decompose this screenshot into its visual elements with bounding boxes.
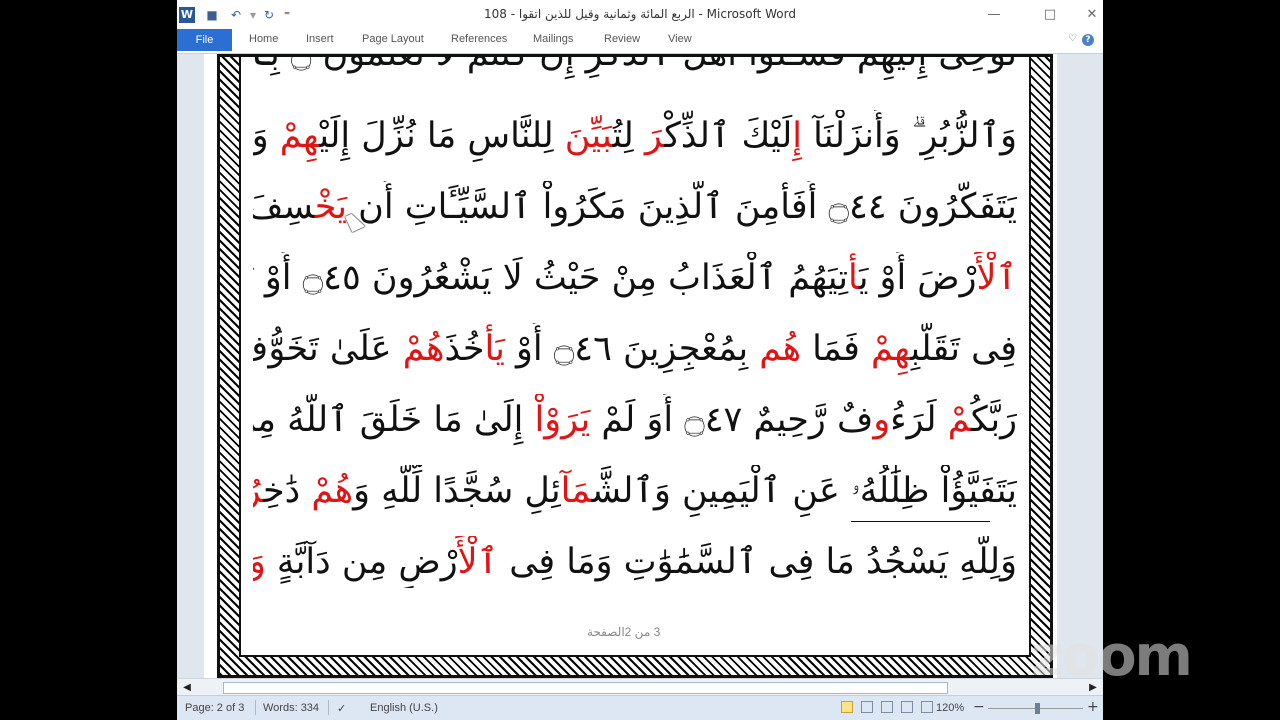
tab-references[interactable]: References: [451, 33, 507, 45]
tab-home[interactable]: Home: [249, 33, 278, 45]
window-title: الربع المائة وثمانية وقيل للذين اتقوا - …: [484, 7, 796, 21]
tab-file[interactable]: File: [177, 29, 232, 51]
status-bar: Page: 2 of 3 Words: 334 ✓ English (U.S.)…: [177, 695, 1103, 720]
verse-text-segment[interactable]: ئِلِ سُجَّدًا لِّلَّهِ وَ: [353, 471, 561, 511]
verse-text-segment[interactable]: و: [873, 400, 890, 440]
help-icon[interactable]: ?: [1082, 34, 1094, 46]
verse-text-segment[interactable]: رْضِ مِن دَآبَّةٍ: [266, 542, 458, 582]
verse-text-segment[interactable]: لِلنَّاسِ مَا نُزِّلَ إِلَيْ: [319, 116, 565, 156]
verse-text-segment[interactable]: وَٱلْمَلَٰٓئِ: [253, 542, 266, 582]
document-page[interactable]: نُوحِىٓ إِلَيْهِمْ فَسْـَٔلُوٓاْ أَهْلَ …: [204, 54, 1057, 678]
verse-text-segment[interactable]: يَتَفَكَّرُونَ ۝٤٤ أَفَأَمِنَ ٱلَّذِينَ …: [347, 187, 1017, 227]
verse-text-segment[interactable]: لَيْكَ ٱلذِّكْ: [664, 116, 792, 156]
close-button[interactable]: ✕: [1083, 6, 1101, 24]
text-box[interactable]: نُوحِىٓ إِلَيْهِمْ فَسْـَٔلُوٓاْ أَهْلَ …: [239, 57, 1031, 657]
full-screen-reading-icon[interactable]: [861, 701, 873, 713]
verse-text-segment[interactable]: ٱلْأَ: [458, 542, 498, 582]
print-layout-icon[interactable]: [841, 701, 853, 713]
ribbon-collapse-icon[interactable]: ♡: [1068, 33, 1077, 44]
verse-line[interactable]: فِى تَقَلُّبِهِمْ فَمَا هُم بِمُعْجِزِين…: [253, 323, 1017, 375]
verse-line[interactable]: ٱلْأَرْضَ أَوْ يَأْتِيَهُمُ ٱلْعَذَابُ م…: [253, 252, 1017, 304]
page-footer-text: 3 من 2الصفحة: [587, 625, 661, 639]
verse-text-segment[interactable]: لَرَءُ: [890, 400, 948, 440]
word-window: W ■ ↶ ▾ ↻ ⁼ الربع المائة وثمانية وقيل لل…: [177, 0, 1103, 720]
verse-text-segment[interactable]: يَخْ: [315, 187, 347, 227]
maximize-button[interactable]: □: [1041, 6, 1059, 24]
horizontal-scrollbar[interactable]: ◀ ▶: [177, 678, 1103, 696]
verse-text-segment[interactable]: سِفَ ٱللَّهُ: [253, 187, 315, 227]
verse-text-segment[interactable]: لِتُ: [613, 116, 645, 156]
page-count-status[interactable]: Page: 2 of 3: [185, 702, 244, 714]
tab-view[interactable]: View: [668, 33, 692, 45]
verse-text-segment[interactable]: بَيِّنَ: [565, 116, 613, 156]
verse-text-segment[interactable]: رْضَ أَوْ يَ: [859, 258, 977, 298]
verse-line[interactable]: يَتَفَكَّرُونَ ۝٤٤ أَفَأَمِنَ ٱلَّذِينَ …: [253, 181, 1017, 233]
verse-text-segment[interactable]: هِمْ: [871, 329, 910, 369]
verse-text-segment[interactable]: فٌ رَّحِيمٌ ۝٤٧ أَوَ لَمْ: [590, 400, 873, 440]
zoom-out-icon[interactable]: −: [973, 700, 985, 714]
language-status[interactable]: English (U.S.): [370, 702, 438, 714]
scroll-thumb[interactable]: [223, 682, 948, 694]
proofing-icon[interactable]: ✓: [337, 702, 346, 715]
verse-text-segment[interactable]: خُذَ: [444, 329, 484, 369]
title-bar: W ■ ↶ ▾ ↻ ⁼ الربع المائة وثمانية وقيل لل…: [177, 0, 1103, 30]
verse-text-segment[interactable]: يَتَفَيَّؤُاْ ظِلَٰلُهُۥ عَنِ ٱلْيَمِينِ…: [592, 471, 1017, 511]
verse-text-segment[interactable]: فِى تَقَلُّبِ: [910, 329, 1017, 369]
verse-text-segment[interactable]: هِمْ: [280, 116, 319, 156]
word-count-status[interactable]: Words: 334: [263, 702, 319, 714]
tab-page-layout[interactable]: Page Layout: [362, 33, 424, 45]
verse-text-segment[interactable]: وَٱلزُّبُرِ ۗ وَأَنزَلْنَآ: [802, 116, 1017, 156]
verse-line[interactable]: نُوحِىٓ إِلَيْهِمْ فَسْـَٔلُوٓاْ أَهْلَ …: [253, 57, 1017, 80]
verse-text-segment[interactable]: عَلَىٰ تَخَوُّفٍ فَإِنَّ: [253, 329, 403, 369]
tab-insert[interactable]: Insert: [306, 33, 334, 45]
verse-text-segment[interactable]: مَآ: [561, 471, 592, 511]
verse-text-segment[interactable]: دَٰخِ: [263, 471, 311, 511]
status-separator: [328, 700, 329, 715]
zoom-watermark-logo: zoom: [1031, 624, 1193, 689]
verse-text-segment[interactable]: رُ: [253, 471, 263, 511]
verse-text-segment[interactable]: تِيَهُمُ ٱلْعَذَابُ مِنْ حَيْثُ لَا يَشْ…: [254, 258, 848, 298]
verse-text-segment[interactable]: رَ: [645, 116, 664, 156]
verse-line[interactable]: رَبَّكُمْ لَرَءُوفٌ رَّحِيمٌ ۝٤٧ أَوَ لَ…: [253, 394, 1017, 446]
verse-divider-line: [851, 521, 990, 522]
verse-text-segment[interactable]: ٱلْأَ: [977, 258, 1017, 298]
verse-text-segment[interactable]: فَمَا: [801, 329, 871, 369]
verse-text-segment[interactable]: إِلَىٰ مَا خَلَقَ ٱللَّهُ مِن: [253, 400, 535, 440]
verse-text-segment[interactable]: هُمْ: [403, 329, 445, 369]
document-area[interactable]: نُوحِىٓ إِلَيْهِمْ فَسْـَٔلُوٓاْ أَهْلَ …: [177, 54, 1103, 678]
verse-line[interactable]: وَٱلزُّبُرِ ۗ وَأَنزَلْنَآ إِلَيْكَ ٱلذِ…: [253, 110, 1017, 162]
verse-text-segment[interactable]: أْ: [848, 258, 859, 298]
draft-view-icon[interactable]: [921, 701, 933, 713]
verse-text-segment[interactable]: يَأْ: [484, 329, 504, 369]
decorative-border: نُوحِىٓ إِلَيْهِمْ فَسْـَٔلُوٓاْ أَهْلَ …: [217, 54, 1053, 678]
verse-text-segment[interactable]: وَلِلَّهِ يَسْجُدُ مَا فِى ٱلسَّمَٰوَٰتِ…: [498, 542, 1017, 582]
verse-text-segment[interactable]: إِ: [792, 116, 802, 156]
verse-line[interactable]: يَتَفَيَّؤُاْ ظِلَٰلُهُۥ عَنِ ٱلْيَمِينِ…: [253, 465, 1017, 517]
tab-mailings[interactable]: Mailings: [533, 33, 573, 45]
zoom-level[interactable]: 120%: [936, 702, 964, 714]
verse-text-segment[interactable]: يَرَوْاْ: [535, 400, 591, 440]
status-separator: [255, 700, 256, 715]
verse-text-segment[interactable]: بِمُعْجِزِينَ ۝٤٦ أَوْ: [505, 329, 759, 369]
verse-text-segment[interactable]: هُم: [759, 329, 801, 369]
tab-review[interactable]: Review: [604, 33, 640, 45]
zoom-in-icon[interactable]: +: [1087, 700, 1099, 714]
web-layout-icon[interactable]: [881, 701, 893, 713]
ribbon-tabs: File Home Insert Page Layout References …: [177, 29, 1103, 54]
scroll-left-icon[interactable]: ◀: [181, 682, 193, 694]
verse-text-segment[interactable]: رَبَّكُ: [971, 400, 1017, 440]
verse-text-segment[interactable]: وَلَعَلَّ: [253, 116, 280, 156]
verse-text-segment[interactable]: نُوحِىٓ إِلَيْهِمْ فَسْـَٔلُوٓاْ أَهْلَ …: [253, 57, 1017, 74]
verse-text-segment[interactable]: هُمْ: [311, 471, 353, 511]
minimize-button[interactable]: —: [985, 6, 1003, 24]
verse-text-segment[interactable]: مْ: [948, 400, 971, 440]
outline-view-icon[interactable]: [901, 701, 913, 713]
zoom-slider-thumb[interactable]: [1035, 703, 1040, 714]
verse-line[interactable]: وَلِلَّهِ يَسْجُدُ مَا فِى ٱلسَّمَٰوَٰتِ…: [253, 536, 1017, 588]
